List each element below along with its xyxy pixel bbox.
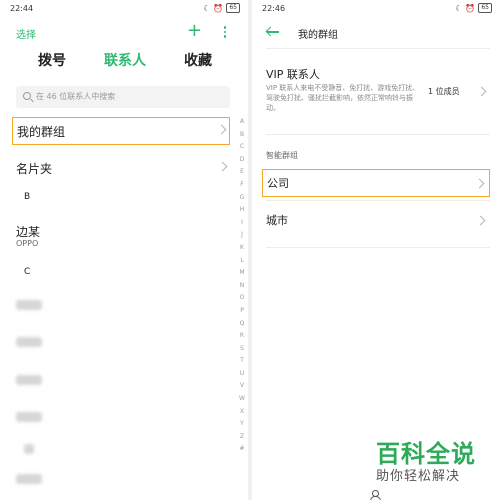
blurred-contact[interactable] [16,375,42,385]
contact-name: 边某 [16,225,41,239]
alphabet-index-letter[interactable]: I [237,217,247,230]
smart-groups-header: 智能群组 [266,151,298,160]
watermark-logo: 百科全说 助你轻松解决 [376,440,496,486]
chevron-right-icon [474,178,485,189]
alphabet-index-letter[interactable]: Y [237,418,247,431]
alphabet-index-letter[interactable]: P [237,305,247,318]
alphabet-index-letter[interactable]: S [237,343,247,356]
alphabet-index-letter[interactable]: A [237,116,247,129]
back-arrow-icon[interactable] [266,25,280,39]
status-bar: 22:44 ☾ ⏰ 65 [0,0,248,18]
chevron-right-icon [217,161,228,172]
tab-dialer[interactable]: 拨号 [38,50,66,70]
section-header-c: C [24,267,31,277]
alphabet-index-letter[interactable]: W [237,393,247,406]
watermark-title: 百科全说 [376,440,476,468]
contacts-nav-icon[interactable] [370,490,381,500]
search-icon [23,92,31,100]
status-time: 22:46 [262,4,286,13]
group-company-item[interactable]: 公司 [262,169,490,197]
business-cards-item[interactable]: 名片夹 [12,155,230,183]
groups-toolbar: 我的群组 [252,24,500,42]
alphabet-index-letter[interactable]: H [237,204,247,217]
alphabet-index-letter[interactable]: # [237,443,247,456]
blurred-section-letter [24,444,34,454]
group-label: 城市 [266,214,288,227]
page-title: 我的群组 [298,30,338,41]
business-cards-label: 名片夹 [16,162,53,176]
alphabet-index-letter[interactable]: C [237,141,247,154]
alphabet-index-letter[interactable]: U [237,368,247,381]
group-city-item[interactable]: 城市 [262,207,490,235]
battery-icon: 65 [226,3,240,13]
alphabet-index[interactable]: A B C D E F G H I J K L M N O P Q R S T U V W X Y Z # [237,116,247,456]
alphabet-index-letter[interactable]: R [237,330,247,343]
my-groups-screen: 22:46 ☾ ⏰ 65 我的群组 VIP 联系人 VIP 联系人来电不受静音、… [252,0,500,500]
vip-title: VIP 联系人 [266,68,320,81]
my-groups-item[interactable]: 我的群组 [12,117,230,145]
moon-icon: ☾ [455,3,463,13]
alphabet-index-letter[interactable]: B [237,129,247,142]
alphabet-index-letter[interactable]: D [237,154,247,167]
chevron-right-icon [476,86,487,97]
search-input[interactable]: 在 46 位联系人中搜索 [16,86,230,108]
more-options-icon[interactable] [220,26,230,40]
alphabet-index-letter[interactable]: Z [237,431,247,444]
search-placeholder: 在 46 位联系人中搜索 [36,92,116,101]
alphabet-index-letter[interactable]: G [237,192,247,205]
blurred-contact[interactable] [16,337,42,347]
alphabet-index-letter[interactable]: V [237,380,247,393]
alphabet-index-letter[interactable]: X [237,406,247,419]
blurred-contact[interactable] [16,412,42,422]
group-label: 公司 [267,177,289,190]
battery-icon: 65 [478,3,492,13]
add-contact-icon[interactable]: + [187,22,202,40]
contacts-screen: 22:44 ☾ ⏰ 65 选择 + 拨号 联系人 收藏 在 46 位联系人中搜索… [0,0,248,500]
alphabet-index-letter[interactable]: E [237,166,247,179]
alphabet-index-letter[interactable]: J [237,229,247,242]
alarm-icon: ⏰ [465,3,476,13]
alphabet-index-letter[interactable]: N [237,280,247,293]
contact-company: OPPO [16,239,39,248]
alphabet-index-letter[interactable]: K [237,242,247,255]
blurred-contact[interactable] [16,300,42,310]
tab-contacts[interactable]: 联系人 [104,50,146,70]
alphabet-index-letter[interactable]: Q [237,318,247,331]
watermark-subtitle: 助你轻松解决 [376,469,461,484]
contacts-tabs: 拨号 联系人 收藏 [0,50,248,72]
select-button[interactable]: 选择 [16,26,36,41]
moon-icon: ☾ [203,3,211,13]
alphabet-index-letter[interactable]: O [237,292,247,305]
alphabet-index-letter[interactable]: M [237,267,247,280]
my-groups-label: 我的群组 [17,125,66,139]
status-bar: 22:46 ☾ ⏰ 65 [252,0,500,18]
contacts-toolbar: 选择 + [0,22,248,42]
alphabet-index-letter[interactable]: T [237,355,247,368]
blurred-contact[interactable] [16,474,42,484]
section-header-b: B [24,192,31,202]
tab-favorites[interactable]: 收藏 [184,50,212,70]
status-time: 22:44 [10,4,34,13]
alphabet-index-letter[interactable]: F [237,179,247,192]
chevron-right-icon [475,215,486,226]
alphabet-index-letter[interactable]: L [237,255,247,268]
alarm-icon: ⏰ [213,3,224,13]
chevron-right-icon [216,124,227,135]
vip-member-count: 1 位成员 [428,87,460,96]
vip-description: VIP 联系人来电不受静音、免打扰、游戏免打扰、驾驶免打扰、骚扰拦截影响，依然正… [266,84,420,112]
